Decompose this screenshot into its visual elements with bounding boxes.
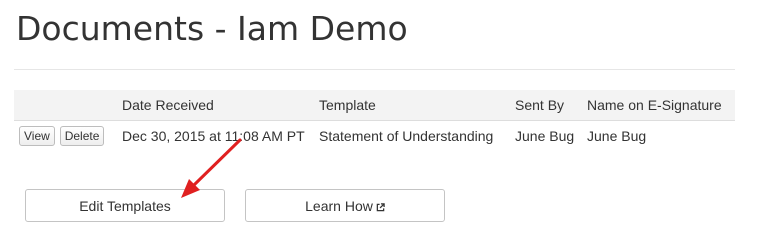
view-button[interactable]: View	[19, 126, 55, 146]
column-header-sent-by[interactable]: Sent By	[507, 90, 579, 121]
documents-table: Date Received Template Sent By Name on E…	[14, 90, 735, 151]
table-row: View Delete Dec 30, 2015 at 11:08 AM PT …	[14, 121, 735, 152]
external-link-icon	[376, 203, 385, 212]
column-header-actions	[14, 90, 114, 121]
column-header-template[interactable]: Template	[311, 90, 507, 121]
table-header-row: Date Received Template Sent By Name on E…	[14, 90, 735, 121]
table-header: Date Received Template Sent By Name on E…	[14, 90, 735, 121]
learn-how-button[interactable]: Learn How	[245, 189, 445, 222]
documents-page: Documents - Iam Demo Date Received Templ…	[0, 0, 774, 236]
title-divider	[14, 69, 735, 70]
table-body: View Delete Dec 30, 2015 at 11:08 AM PT …	[14, 121, 735, 152]
column-header-date-received[interactable]: Date Received	[114, 90, 311, 121]
edit-templates-button[interactable]: Edit Templates	[25, 189, 225, 222]
delete-button[interactable]: Delete	[59, 126, 105, 146]
date-received-cell: Dec 30, 2015 at 11:08 AM PT	[122, 128, 305, 144]
name-on-esignature-cell: June Bug	[587, 128, 647, 144]
template-cell: Statement of Understanding	[319, 128, 494, 144]
learn-how-label: Learn How	[305, 198, 373, 214]
edit-templates-label: Edit Templates	[79, 198, 171, 214]
sent-by-cell: June Bug	[515, 128, 575, 144]
page-title: Documents - Iam Demo	[16, 9, 408, 48]
column-header-name-on-esignature[interactable]: Name on E-Signature	[579, 90, 735, 121]
row-actions-cell: View Delete	[14, 121, 114, 152]
